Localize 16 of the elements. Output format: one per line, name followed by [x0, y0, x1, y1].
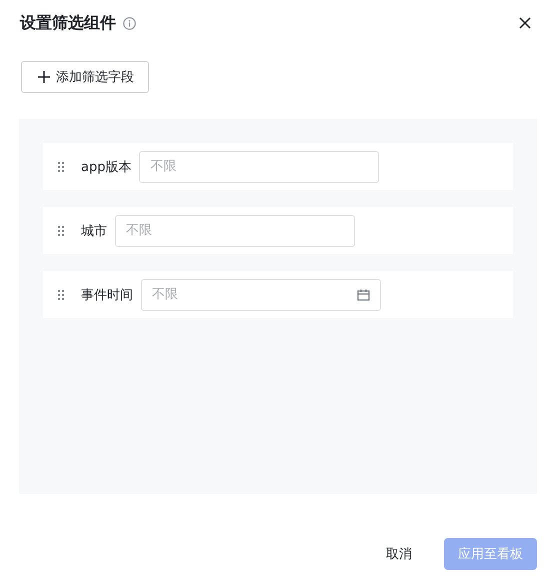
input-field[interactable]: 不限: [115, 214, 355, 246]
drag-handle-icon[interactable]: [57, 160, 65, 172]
calendar-icon: [357, 288, 370, 300]
drag-handle-icon[interactable]: [57, 288, 65, 300]
date-picker-field[interactable]: 不限: [141, 278, 381, 310]
filter-label: 城市: [81, 222, 107, 240]
input-field[interactable]: 不限: [139, 150, 380, 182]
cancel-button[interactable]: 取消: [374, 537, 424, 571]
dialog-title: 设置筛选组件: [20, 12, 116, 34]
close-icon[interactable]: [519, 17, 531, 29]
filter-label: 事件时间: [81, 286, 133, 304]
plus-icon: [38, 71, 50, 83]
add-filter-field-button[interactable]: 添加筛选字段: [21, 61, 149, 93]
info-icon[interactable]: [123, 16, 136, 30]
filter-label: app版本: [81, 158, 132, 176]
drag-handle-icon[interactable]: [57, 224, 65, 236]
